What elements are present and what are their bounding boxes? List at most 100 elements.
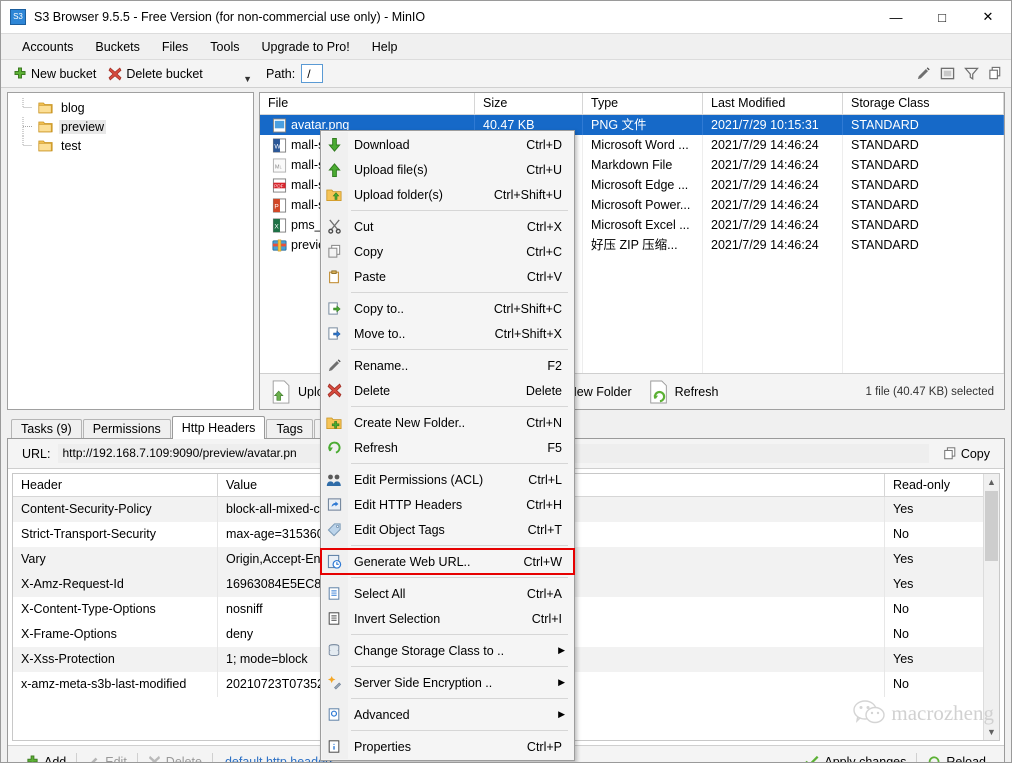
delete-bucket-button[interactable]: Delete bucket bbox=[102, 65, 208, 83]
context-menu-item-edit-object-tags[interactable]: Edit Object Tags Ctrl+T bbox=[321, 517, 574, 542]
upload-button[interactable]: Uplo bbox=[270, 380, 324, 404]
context-menu-label: Properties bbox=[347, 740, 527, 754]
new-bucket-button[interactable]: New bucket bbox=[7, 65, 102, 83]
red-x-icon bbox=[321, 383, 347, 398]
context-menu-shortcut: Delete bbox=[526, 384, 574, 398]
header-name: X-Xss-Protection bbox=[13, 647, 218, 672]
headers-scrollbar[interactable]: ▲ ▼ bbox=[983, 474, 999, 740]
toolbar-icon-group bbox=[916, 66, 1003, 81]
header-name: Content-Security-Policy bbox=[13, 497, 218, 522]
pencil-icon[interactable] bbox=[916, 66, 931, 81]
menu-accounts[interactable]: Accounts bbox=[11, 37, 84, 57]
new-folder-label: New Folder bbox=[568, 385, 632, 399]
submenu-arrow-icon: ▶ bbox=[558, 645, 574, 656]
menu-help[interactable]: Help bbox=[361, 37, 409, 57]
web-url-icon bbox=[321, 554, 347, 569]
new-bucket-label: New bucket bbox=[31, 67, 96, 81]
scroll-down-icon[interactable]: ▼ bbox=[984, 724, 999, 740]
file-storage: STANDARD bbox=[843, 155, 1004, 175]
menu-tools[interactable]: Tools bbox=[199, 37, 250, 57]
scroll-up-icon[interactable]: ▲ bbox=[984, 474, 999, 490]
file-storage: STANDARD bbox=[843, 135, 1004, 155]
context-menu-item-select-all[interactable]: Select All Ctrl+A bbox=[321, 581, 574, 606]
tab-tasks[interactable]: Tasks (9) bbox=[11, 419, 82, 439]
menu-buckets[interactable]: Buckets bbox=[84, 37, 150, 57]
context-menu-item-server-side-encryption[interactable]: Server Side Encryption .. ▶ bbox=[321, 670, 574, 695]
file-type: PNG 文件 bbox=[583, 115, 703, 135]
path-input[interactable]: / bbox=[301, 64, 323, 83]
new-folder-button[interactable]: New Folder bbox=[568, 385, 632, 399]
context-menu-item-properties[interactable]: Properties Ctrl+P bbox=[321, 734, 574, 759]
context-menu-item-refresh[interactable]: Refresh F5 bbox=[321, 435, 574, 460]
context-menu-item-copy-to[interactable]: Copy to.. Ctrl+Shift+C bbox=[321, 296, 574, 321]
column-header-size[interactable]: Size bbox=[475, 93, 583, 114]
refresh-button[interactable]: Refresh bbox=[648, 380, 719, 404]
context-menu-item-change-storage-class[interactable]: Change Storage Class to .. ▶ bbox=[321, 638, 574, 663]
context-menu-item-generate-web-url[interactable]: Generate Web URL.. Ctrl+W bbox=[321, 549, 574, 574]
menu-files[interactable]: Files bbox=[151, 37, 199, 57]
tree-item-test[interactable]: test bbox=[8, 136, 253, 155]
context-menu-item-download[interactable]: Download Ctrl+D bbox=[321, 132, 574, 157]
context-menu-item-rename[interactable]: Rename.. F2 bbox=[321, 353, 574, 378]
column-header-type[interactable]: Type bbox=[583, 93, 703, 114]
header-name: X-Amz-Request-Id bbox=[13, 572, 218, 597]
context-menu-item-delete[interactable]: Delete Delete bbox=[321, 378, 574, 403]
context-menu-item-edit-http-headers[interactable]: Edit HTTP Headers Ctrl+H bbox=[321, 492, 574, 517]
scroll-thumb[interactable] bbox=[985, 491, 998, 561]
context-menu-item-create-new-folder[interactable]: Create New Folder.. Ctrl+N bbox=[321, 410, 574, 435]
submenu-arrow-icon: ▶ bbox=[558, 677, 574, 688]
tab-http-headers[interactable]: Http Headers bbox=[172, 416, 266, 439]
menu-upgrade-to-pro[interactable]: Upgrade to Pro! bbox=[250, 37, 360, 57]
context-menu-item-invert-selection[interactable]: Invert Selection Ctrl+I bbox=[321, 606, 574, 631]
file-storage: STANDARD bbox=[843, 215, 1004, 235]
tree-item-label: test bbox=[59, 139, 83, 153]
context-menu-separator bbox=[351, 634, 568, 635]
file-modified: 2021/7/29 14:46:24 bbox=[703, 215, 843, 235]
folder-icon bbox=[38, 101, 53, 114]
delete-header-button[interactable]: Delete bbox=[138, 752, 212, 763]
toolbar-overflow-button[interactable]: ▼ bbox=[243, 74, 252, 84]
tree-line-icon bbox=[22, 117, 36, 136]
svg-text:X: X bbox=[274, 223, 279, 230]
copy-icon[interactable] bbox=[988, 66, 1003, 81]
column-header-last-modified[interactable]: Last Modified bbox=[703, 93, 843, 114]
copy-to-icon bbox=[321, 301, 347, 316]
path-toolbar: Path: / bbox=[256, 64, 1011, 83]
context-menu-item-paste[interactable]: Paste Ctrl+V bbox=[321, 264, 574, 289]
window-icon[interactable] bbox=[940, 66, 955, 81]
context-menu-item-cut[interactable]: Cut Ctrl+X bbox=[321, 214, 574, 239]
reload-button[interactable]: Reload bbox=[917, 752, 996, 763]
tree-item-blog[interactable]: blog bbox=[8, 98, 253, 117]
edit-header-button[interactable]: Edit bbox=[77, 752, 137, 763]
context-menu-shortcut: F5 bbox=[547, 441, 574, 455]
app-icon: S3 bbox=[10, 9, 26, 25]
add-header-button[interactable]: Add bbox=[16, 752, 76, 763]
context-menu-item-advanced[interactable]: Advanced ▶ bbox=[321, 702, 574, 727]
context-menu-item-upload-folders[interactable]: Upload folder(s) Ctrl+Shift+U bbox=[321, 182, 574, 207]
context-menu-label: Download bbox=[347, 138, 526, 152]
tree-item-preview[interactable]: preview bbox=[8, 117, 253, 136]
tab-tags[interactable]: Tags bbox=[266, 419, 312, 439]
context-menu-item-move-to[interactable]: Move to.. Ctrl+Shift+X bbox=[321, 321, 574, 346]
column-header-header[interactable]: Header bbox=[13, 474, 218, 496]
context-menu-separator bbox=[351, 210, 568, 211]
copy-url-button[interactable]: Copy bbox=[937, 444, 996, 463]
bucket-toolbar: New bucket Delete bucket ▼ bbox=[1, 60, 256, 87]
copy-label: Copy bbox=[961, 447, 990, 461]
filter-icon[interactable] bbox=[964, 66, 979, 81]
column-header-read-only[interactable]: Read-only bbox=[885, 474, 999, 496]
context-menu-item-copy[interactable]: Copy Ctrl+C bbox=[321, 239, 574, 264]
storage-class-icon bbox=[321, 643, 347, 658]
minimize-button[interactable]: — bbox=[873, 1, 919, 33]
maximize-button[interactable]: □ bbox=[919, 1, 965, 33]
context-menu-item-upload-files[interactable]: Upload file(s) Ctrl+U bbox=[321, 157, 574, 182]
tab-permissions[interactable]: Permissions bbox=[83, 419, 171, 439]
column-header-storage-class[interactable]: Storage Class bbox=[843, 93, 1004, 114]
context-menu-item-edit-permissions[interactable]: Edit Permissions (ACL) Ctrl+L bbox=[321, 467, 574, 492]
file-modified: 2021/7/29 14:46:24 bbox=[703, 155, 843, 175]
close-button[interactable]: ✕ bbox=[965, 1, 1011, 33]
header-name: X-Frame-Options bbox=[13, 622, 218, 647]
column-header-file[interactable]: File bbox=[260, 93, 475, 114]
apply-changes-button[interactable]: Apply changes bbox=[795, 752, 916, 763]
word-file-icon: W bbox=[272, 138, 287, 153]
